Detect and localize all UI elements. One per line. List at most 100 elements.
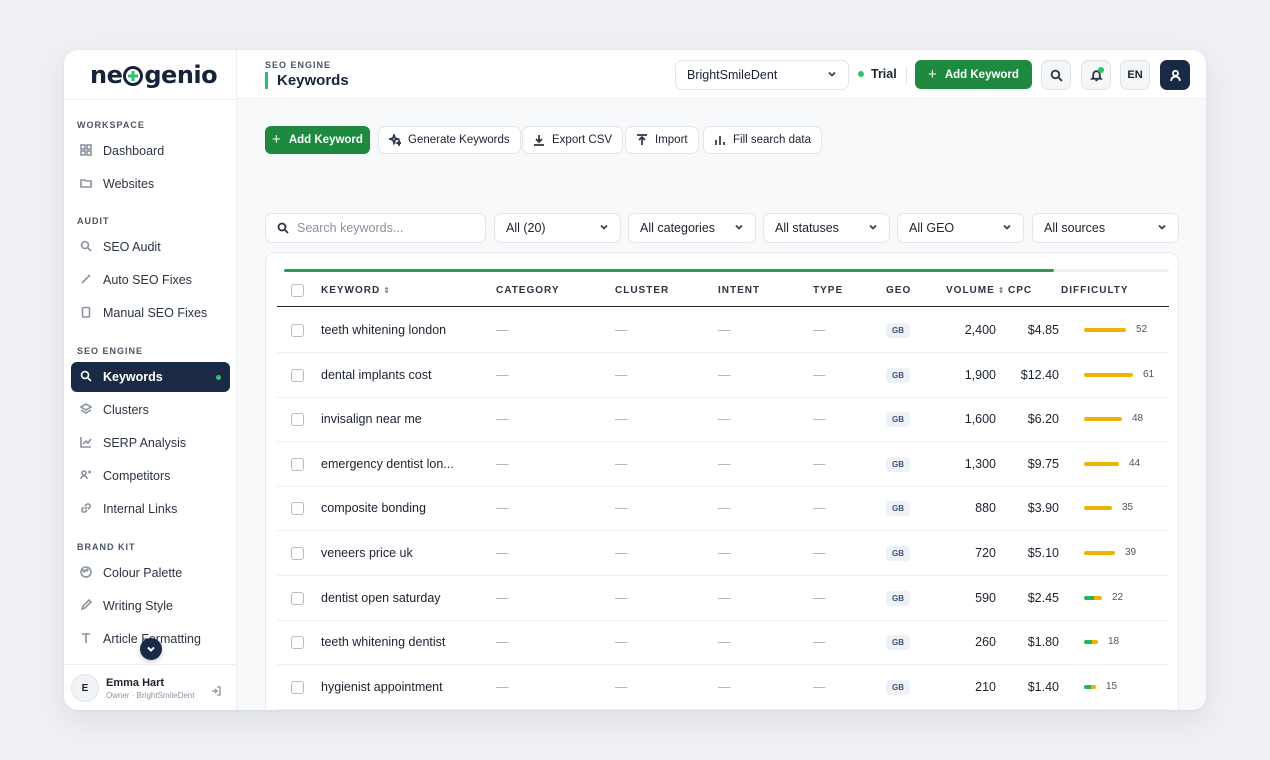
volume-cell: 590 [975,590,996,605]
nav-section-seo-engine: SEO ENGINE [77,346,144,356]
column-header-label: VOLUME [946,285,995,296]
keyword-cell[interactable]: teeth whitening dentist [321,635,445,649]
keyword-cell[interactable]: hygienist appointment [321,680,443,694]
cluster-cell: — [615,367,628,382]
header-add-keyword-button[interactable]: + Add Keyword [915,60,1032,89]
website-select[interactable]: BrightSmileDent [675,60,849,90]
row-checkbox[interactable] [291,547,304,560]
type-cell: — [813,323,826,337]
keyword-cell[interactable]: invisalign near me [321,412,422,426]
add-keyword-button[interactable]: + Add Keyword [265,126,370,154]
sidebar-item-manual-seo-fixes[interactable]: Manual SEO Fixes [71,298,230,328]
table-row[interactable]: smile makeover cost————GB170$3.2029 [277,709,1169,710]
table-row[interactable]: dental implants cost — — — — GB 1,900 $12.40 61 [277,353,1169,398]
row-checkbox[interactable] [291,368,304,382]
logout-icon[interactable] [211,683,221,696]
chevron-down-icon [1002,221,1012,235]
user-role: Owner · BrightSmileDent [106,691,195,700]
plus-icon: + [928,65,937,83]
users-icon [80,469,94,483]
plan-label: Trial [871,67,897,81]
table-row[interactable]: hygienist appointment — — — — GB 210 $1.40 15 [277,665,1169,710]
sidebar-item-auto-seo-fixes[interactable]: Auto SEO Fixes [71,265,230,295]
chart-icon [80,436,94,450]
status-dot [858,71,864,77]
keyword-cell[interactable]: emergency dentist lon... [321,457,454,471]
search-input[interactable] [297,221,467,235]
import-button[interactable]: Import [625,126,699,154]
category-filter-value: All categories [640,221,716,235]
sidebar-item-writing-style[interactable]: Writing Style [71,591,230,621]
sidebar-item-colour-palette[interactable]: Colour Palette [71,558,230,588]
intent-cell: — [718,635,731,650]
fill-search-data-label: Fill search data [733,134,811,146]
sidebar-item-dashboard[interactable]: Dashboard [71,136,230,166]
volume-cell: 1,900 [964,367,996,382]
sidebar-item-label: Dashboard [103,144,165,158]
table-row[interactable]: dentist open saturday — — — — GB 590 $2.45 22 [277,576,1169,621]
table-row[interactable]: invisalign near me — — — — GB 1,600 $6.20 48 [277,397,1169,443]
table-row[interactable]: emergency dentist lon... — — — — GB 1,300 $9.75… [277,442,1169,487]
table-row[interactable]: composite bonding — — — — GB 880 $3.90 35 [277,486,1169,532]
sidebar-item-clusters[interactable]: Clusters [71,395,230,425]
sidebar-item-label: Colour Palette [103,566,183,580]
fill-search-data-button[interactable]: Fill search data [703,126,822,154]
logo-plus-icon [123,66,144,86]
type-cell: — [813,367,826,382]
language-button[interactable]: EN [1120,60,1150,90]
status-filter[interactable]: All statuses [763,213,890,243]
row-checkbox[interactable] [291,636,304,650]
sidebar-item-seo-audit[interactable]: SEO Audit [71,232,230,262]
generate-keywords-button[interactable]: Generate Keywords [378,126,521,154]
intent-cell: — [718,456,731,471]
keyword-cell[interactable]: veneers price uk [321,546,413,560]
app-window: ne genio WORKSPACE Dashboard Websites AU… [64,50,1206,710]
keyword-cell[interactable]: dentist open saturday [321,591,441,605]
geo-badge: GB [886,412,910,428]
keyword-cell[interactable]: teeth whitening london [321,323,446,337]
count-filter[interactable]: All (20) [494,213,621,243]
type-cell: — [813,679,826,694]
intent-cell: — [718,590,731,605]
row-checkbox[interactable] [291,502,304,516]
sidebar-item-internal-links[interactable]: Internal Links [71,494,230,524]
search-icon [1050,69,1063,82]
type-cell: — [813,635,826,650]
geo-filter[interactable]: All GEO [897,213,1024,243]
volume-cell: 720 [975,546,996,560]
export-csv-button[interactable]: Export CSV [522,126,624,154]
user-menu[interactable]: E Emma Hart Owner · BrightSmileDent [64,664,237,710]
row-checkbox[interactable] [291,591,304,605]
search-button[interactable] [1041,60,1071,90]
source-filter[interactable]: All sources [1032,213,1179,243]
row-checkbox[interactable] [291,413,304,427]
keyword-cell[interactable]: dental implants cost [321,368,431,382]
row-checkbox[interactable] [291,680,304,694]
category-cell: — [496,546,509,560]
table-row[interactable]: teeth whitening london — — — — GB 2,400 $4.85 52 [277,308,1169,353]
cluster-cell: — [615,323,628,337]
column-header-volume[interactable]: VOLUME ⇕ [946,285,1004,296]
column-header-cpc: CPC [1008,285,1033,296]
sidebar-item-competitors[interactable]: Competitors [71,461,230,491]
logo[interactable]: ne genio [90,60,218,90]
notifications-button[interactable] [1081,60,1111,90]
table-row[interactable]: veneers price uk — — — — GB 720 $5.10 39 [277,531,1169,576]
column-header-keyword[interactable]: KEYWORD ⇕ [321,285,390,296]
row-checkbox[interactable] [291,457,304,471]
sidebar-item-websites[interactable]: Websites [71,169,230,199]
keywords-table: KEYWORD ⇕ CATEGORY CLUSTER INTENT TYPE GE… [265,252,1179,710]
cluster-cell: — [615,590,628,605]
category-filter[interactable]: All categories [628,213,756,243]
generate-keywords-label: Generate Keywords [408,134,510,146]
sidebar-item-serp-analysis[interactable]: SERP Analysis [71,428,230,458]
volume-cell: 1,300 [964,456,996,471]
row-checkbox[interactable] [291,324,304,337]
search-field[interactable] [265,213,486,243]
sidebar-item-keywords[interactable]: Keywords [71,362,230,392]
profile-button[interactable] [1160,60,1190,90]
keyword-cell[interactable]: composite bonding [321,501,426,515]
table-row[interactable]: teeth whitening dentist — — — — GB 260 $1.80 18 [277,620,1169,666]
select-all-checkbox[interactable] [291,284,304,297]
sidebar-scroll-down-button[interactable] [140,638,162,660]
